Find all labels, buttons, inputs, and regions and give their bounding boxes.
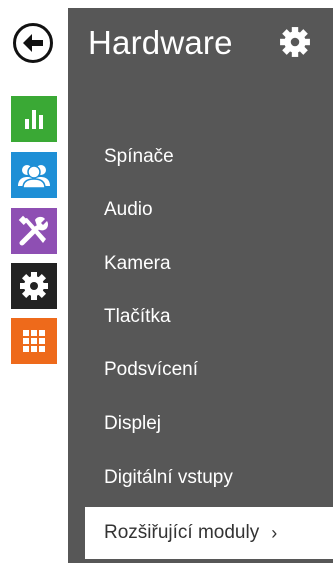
menu-item-podsviceni[interactable]: Podsvícení [68,344,333,396]
menu-item-digitalni-vstupy[interactable]: Digitální vstupy [68,452,333,504]
menu-item-kamera[interactable]: Kamera [68,238,333,290]
menu-item-label: Kamera [104,253,171,274]
menu-item-label: Tlačítka [104,306,171,327]
menu-item-audio[interactable]: Audio [68,184,333,236]
menu-item-label: Podsvícení [104,359,198,380]
left-rail [0,0,64,563]
status-nav-button[interactable] [11,96,57,142]
menu-item-label: Rozšiřující moduly [104,522,260,543]
gear-icon [280,27,310,57]
directory-nav-button[interactable] [11,318,57,364]
users-icon [18,165,50,189]
menu-item-rozsirujici-moduls[interactable]: Rozšiřující moduly › [85,507,333,559]
menu-item-tlacitka[interactable]: Tlačítka [68,291,333,343]
users-nav-button[interactable] [11,152,57,198]
menu-item-spinace[interactable]: Spínače [68,131,333,183]
menu-item-displej[interactable]: Displej [68,398,333,450]
back-button[interactable] [13,23,53,63]
gear-icon [20,272,48,300]
hardware-panel: Hardware Spínače Audio Kamera Tlačítka P… [68,8,333,563]
grid-icon [23,330,45,352]
system-nav-button[interactable] [11,263,57,309]
menu-item-label: Spínače [104,146,174,167]
app-window: Hardware Spínače Audio Kamera Tlačítka P… [0,0,333,563]
menu-item-label: Audio [104,199,153,220]
menu-item-label: Digitální vstupy [104,467,233,488]
settings-button[interactable] [277,24,313,60]
services-nav-button[interactable] [11,208,57,254]
page-title: Hardware [88,24,233,61]
tools-icon [18,215,48,246]
bar-chart-icon [25,110,43,129]
menu-item-label: Displej [104,413,162,434]
chevron-right-icon: › [271,522,278,543]
arrow-left-icon [23,34,43,52]
